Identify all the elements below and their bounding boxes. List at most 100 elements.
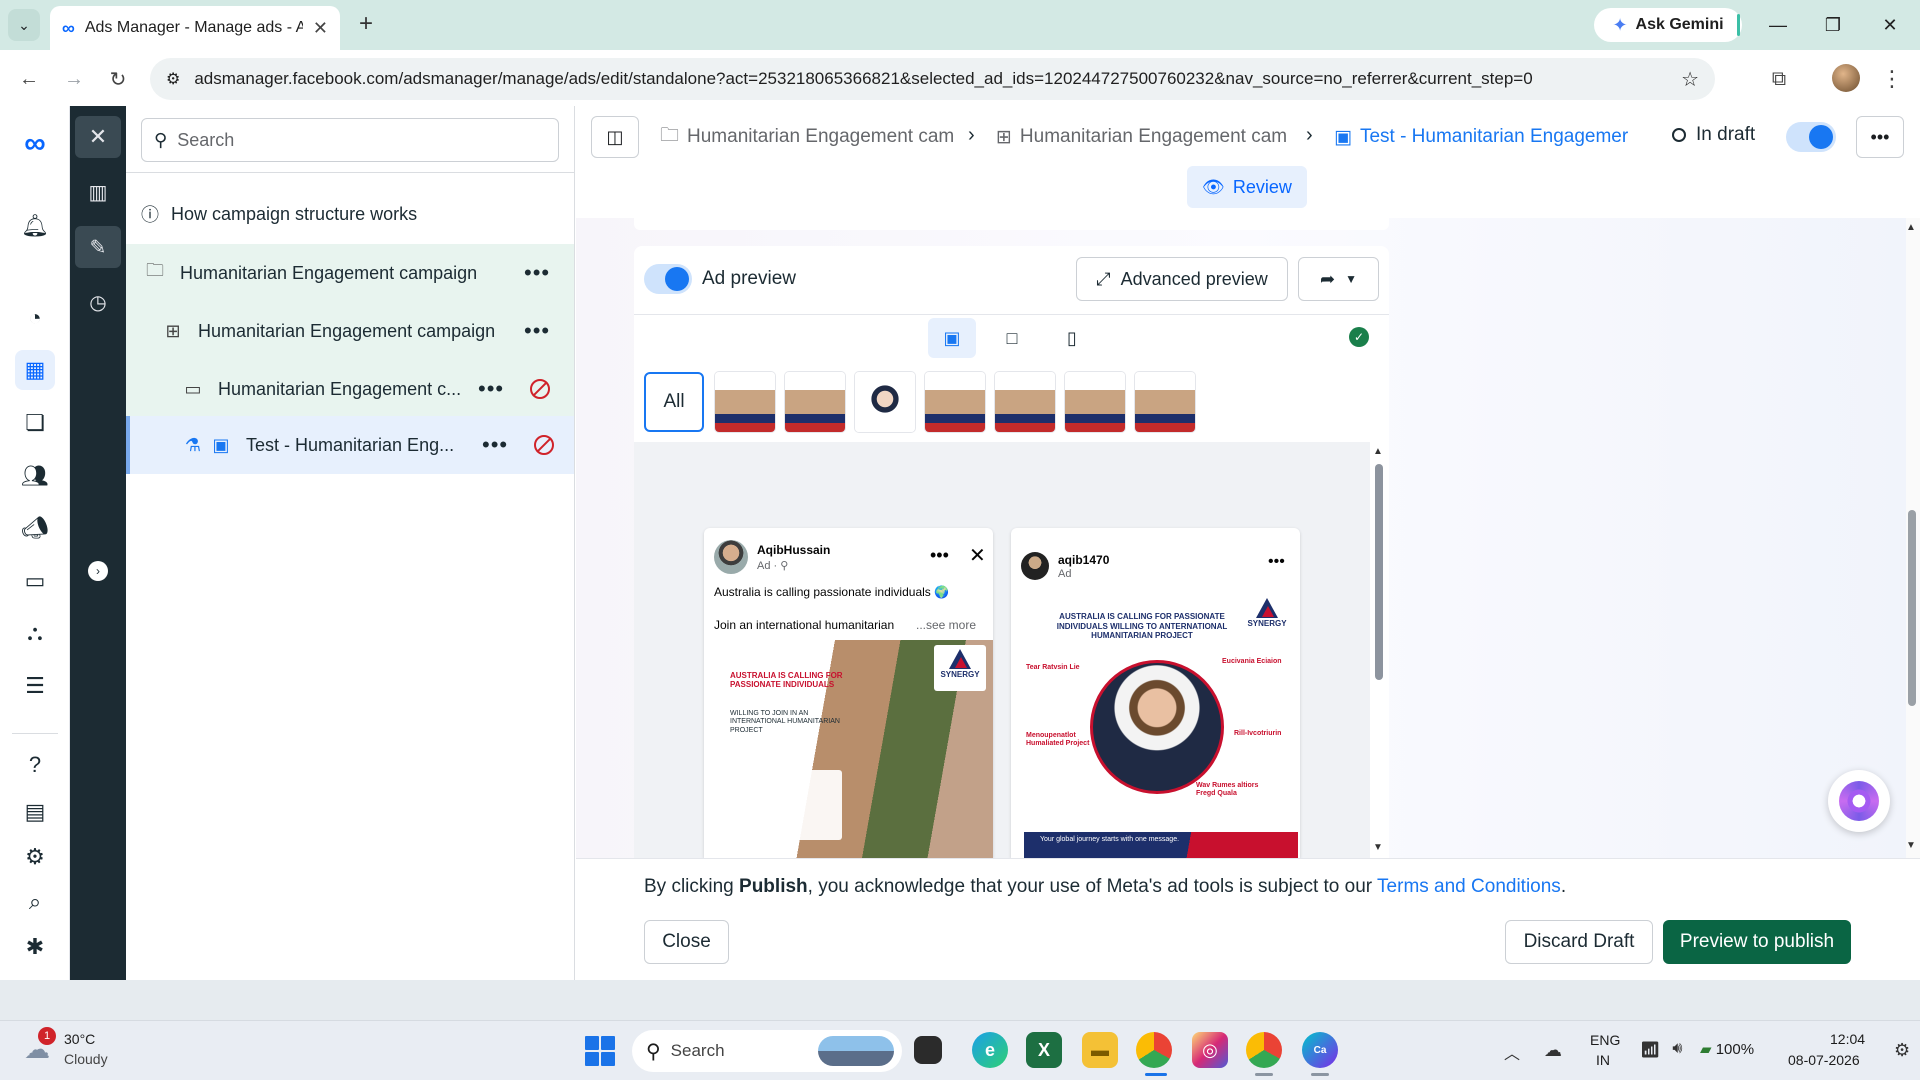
breadcrumb-ad[interactable]: ▣ Test - Humanitarian Engagemer	[1334, 124, 1628, 150]
edge-browser-icon[interactable]: e	[972, 1032, 1008, 1068]
preview-to-publish-button[interactable]: Preview to publish	[1663, 920, 1851, 964]
chrome-icon[interactable]	[1136, 1032, 1172, 1068]
address-bar[interactable]: ⚙ adsmanager.facebook.com/adsmanager/man…	[150, 58, 1715, 100]
canva-icon[interactable]: Ca	[1302, 1032, 1338, 1068]
preview-scroll-down-icon[interactable]: ▼	[1373, 842, 1383, 853]
placement-thumbnail[interactable]	[785, 372, 845, 432]
performance-chart-icon[interactable]: ▥	[75, 171, 121, 213]
placement-thumbnail[interactable]	[1135, 372, 1195, 432]
profile-avatar[interactable]	[1832, 64, 1860, 92]
taskbar-search[interactable]: ⚲ Search	[632, 1030, 902, 1072]
bookmark-star-icon[interactable]: ☆	[1681, 67, 1699, 92]
system-tray-icons[interactable]: 📶︎ 🔊︎	[1640, 1040, 1682, 1060]
placement-all-format-icon[interactable]: ▣	[928, 318, 976, 358]
billing-card-icon[interactable]: ▭	[15, 561, 55, 601]
edit-pencil-icon[interactable]: ✎	[75, 226, 121, 268]
ask-gemini-button[interactable]: ✦ Ask Gemini	[1594, 8, 1742, 42]
bug-report-icon[interactable]: ✱	[15, 927, 55, 967]
region-label[interactable]: IN	[1596, 1052, 1610, 1068]
news-feed-icon[interactable]: ▤	[15, 792, 55, 832]
instagram-icon[interactable]: ◎	[1192, 1032, 1228, 1068]
tree-item-campaign[interactable]: 🗀︎ Humanitarian Engagement campaign •••	[126, 244, 574, 302]
ai-assistant-button[interactable]	[1828, 770, 1890, 832]
settings-gear-icon[interactable]: ⚙	[15, 837, 55, 877]
tab-ads-manager[interactable]: ∞ Ads Manager - Manage ads - A ✕	[50, 6, 340, 50]
close-editor-icon[interactable]: ✕	[75, 116, 121, 158]
placement-thumbnail[interactable]	[1065, 372, 1125, 432]
extensions-icon[interactable]: ⧉	[1762, 62, 1796, 96]
close-tab-icon[interactable]: ✕	[313, 18, 328, 39]
scroll-up-icon[interactable]: ▲	[1906, 222, 1916, 233]
all-tools-menu-icon[interactable]: ☰	[15, 666, 55, 706]
help-icon[interactable]: ?	[15, 745, 55, 785]
tree-search-input[interactable]: ⚲ Search	[141, 118, 559, 162]
feed-square-format-icon[interactable]: □	[988, 318, 1036, 358]
notifications-settings-icon[interactable]: ⚙	[1894, 1040, 1910, 1061]
show-hidden-icons-icon[interactable]: ︿	[1504, 1040, 1520, 1064]
history-clock-icon[interactable]: ◷	[75, 281, 121, 323]
more-options-icon[interactable]: •••	[524, 260, 550, 286]
more-options-icon[interactable]: •••	[478, 376, 504, 402]
notifications-bell-icon[interactable]: 🔔︎	[15, 206, 55, 246]
excel-icon[interactable]: X	[1026, 1032, 1062, 1068]
discard-draft-button[interactable]: Discard Draft	[1505, 920, 1653, 964]
task-view-icon[interactable]	[914, 1036, 942, 1064]
restore-window-icon[interactable]: ❐	[1815, 10, 1851, 40]
dashboard-gauge-icon[interactable]: ◔	[15, 298, 55, 338]
clock-date[interactable]: 08-07-2026	[1788, 1052, 1860, 1068]
battery-indicator[interactable]: ▰ 100%	[1700, 1040, 1754, 1058]
all-placements-button[interactable]: All	[644, 372, 704, 432]
reload-icon[interactable]: ↻	[101, 62, 135, 96]
forward-icon[interactable]: →	[57, 62, 91, 96]
expand-chevron-icon[interactable]: ›	[88, 561, 108, 581]
ad-set-grid-icon: ⊞	[165, 320, 181, 341]
campaign-megaphone-icon[interactable]: 📣︎	[15, 508, 55, 548]
clock-time[interactable]: 12:04	[1830, 1031, 1865, 1047]
new-tab-button[interactable]: +	[352, 10, 380, 38]
events-manager-icon[interactable]: ⛬	[15, 613, 55, 653]
share-preview-button[interactable]: ➦ ▼	[1298, 257, 1379, 301]
meta-logo-icon[interactable]: ∞	[15, 124, 55, 164]
file-explorer-icon[interactable]: ▬	[1082, 1032, 1118, 1068]
back-icon[interactable]: ←	[12, 62, 46, 96]
placement-thumbnail[interactable]	[855, 372, 915, 432]
terms-link[interactable]: Terms and Conditions	[1377, 876, 1561, 897]
how-campaign-structure-link[interactable]: ⓘ How campaign structure works	[141, 198, 417, 230]
site-info-icon[interactable]: ⚙	[166, 69, 180, 89]
placement-thumbnail[interactable]	[995, 372, 1055, 432]
placement-thumbnail[interactable]	[925, 372, 985, 432]
audiences-icon[interactable]: 👥︎	[15, 456, 55, 496]
breadcrumb-campaign[interactable]: 🗀︎ Humanitarian Engagement cam	[660, 124, 954, 150]
search-icon[interactable]: ⌕	[15, 882, 55, 922]
tab-search-button[interactable]: ⌄	[8, 9, 40, 41]
more-options-icon[interactable]: •••	[524, 318, 550, 344]
tree-item-test-ad[interactable]: ⚗ ▣ Test - Humanitarian Eng... •••	[126, 416, 574, 474]
language-label[interactable]: ENG	[1590, 1032, 1620, 1048]
ads-manager-table-icon[interactable]: ▦	[15, 350, 55, 390]
chrome-profile-icon[interactable]	[1246, 1032, 1282, 1068]
ad-preview-toggle[interactable]	[644, 264, 692, 294]
preview-scroll-up-icon[interactable]: ▲	[1373, 446, 1383, 457]
preview-scrollbar-thumb[interactable]	[1375, 464, 1383, 680]
review-button[interactable]: 👁︎ Review	[1187, 166, 1307, 208]
reports-icon[interactable]: ❏	[15, 403, 55, 443]
more-actions-button[interactable]: •••	[1856, 116, 1904, 158]
onedrive-cloud-icon[interactable]: ☁	[1544, 1040, 1562, 1061]
tree-item-ad[interactable]: ▭ Humanitarian Engagement c... •••	[126, 360, 574, 418]
advanced-preview-button[interactable]: ⤢ Advanced preview	[1076, 257, 1288, 301]
minimize-window-icon[interactable]: —	[1760, 10, 1796, 40]
more-options-icon[interactable]: •••	[482, 432, 508, 458]
placement-thumbnail[interactable]	[715, 372, 775, 432]
story-vertical-format-icon[interactable]: ▯	[1048, 318, 1096, 358]
breadcrumb-ad-set[interactable]: ⊞ Humanitarian Engagement cam	[996, 124, 1287, 150]
scroll-down-icon[interactable]: ▼	[1906, 840, 1916, 851]
page-scrollbar-thumb[interactable]	[1908, 510, 1916, 706]
creative-callout: Wav Rumes altiors Fregd Quala	[1196, 782, 1268, 799]
tree-item-ad-set[interactable]: ⊞ Humanitarian Engagement campaign •••	[126, 302, 574, 360]
toggle-panel-icon[interactable]: ◫	[591, 116, 639, 158]
ad-on-off-toggle[interactable]	[1786, 122, 1836, 152]
chrome-menu-icon[interactable]: ⋮	[1880, 62, 1904, 96]
windows-start-icon[interactable]	[585, 1036, 615, 1066]
close-button[interactable]: Close	[644, 920, 729, 964]
close-window-icon[interactable]: ✕	[1872, 10, 1908, 40]
